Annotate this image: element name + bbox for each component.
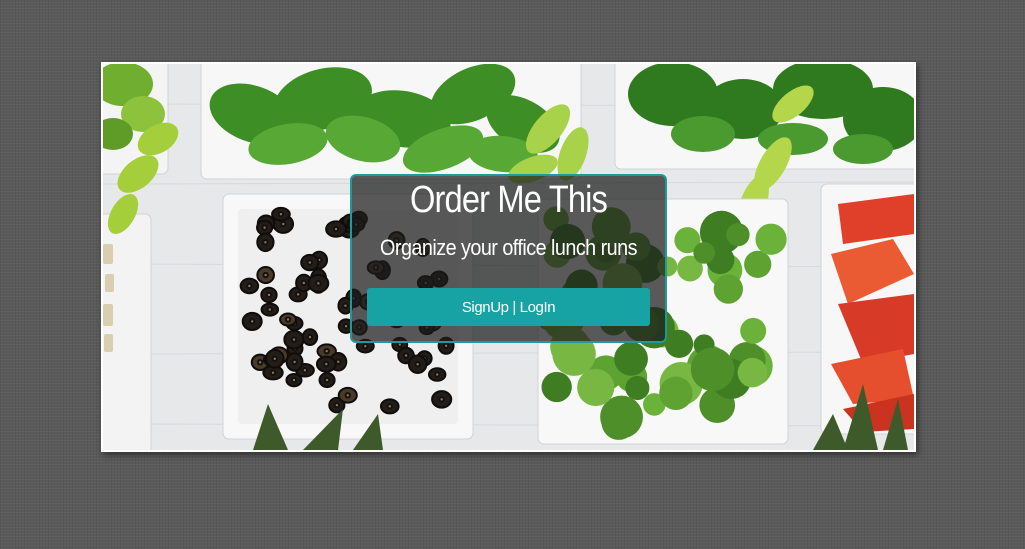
page-subtitle: Organize your office lunch runs [380,235,637,260]
page-title: Order Me This [409,179,608,221]
hero-overlay-card: Order Me This Organize your office lunch… [350,174,667,343]
hero-image-frame: Order Me This Organize your office lunch… [101,62,916,452]
signup-login-button[interactable]: SignUp | LogIn [367,288,650,326]
